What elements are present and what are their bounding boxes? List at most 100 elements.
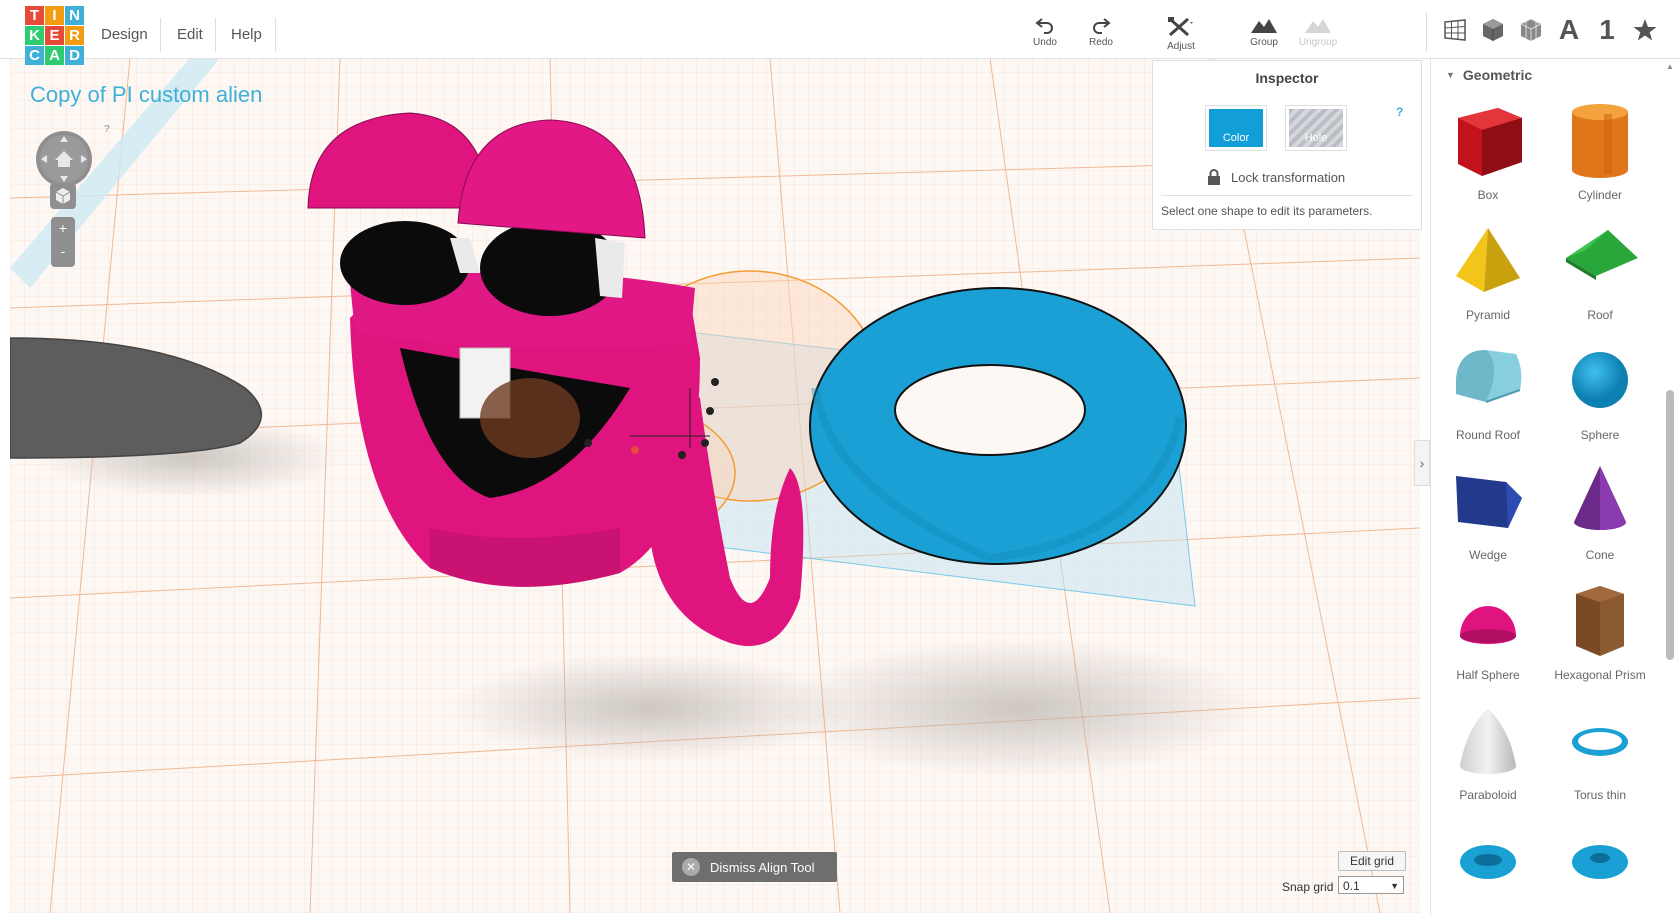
torus-shape-icon [1460, 845, 1516, 879]
group-icon [1251, 19, 1277, 33]
grid-view-button[interactable] [1439, 14, 1471, 46]
scroll-up-arrow-icon[interactable]: ▲ [1666, 62, 1674, 71]
zoom-out-button[interactable]: - [51, 243, 75, 259]
snap-grid-select[interactable]: 0.1 ▼ [1338, 876, 1404, 894]
shape-round-roof[interactable]: Round Roof [1432, 340, 1544, 452]
round-roof-shape-icon [1456, 350, 1522, 403]
logo-letter: I [45, 6, 64, 25]
ungroup-icon [1305, 19, 1331, 33]
shape-torus-thin[interactable]: Torus thin [1544, 700, 1656, 812]
shape-paraboloid[interactable]: Paraboloid [1432, 700, 1544, 812]
shape-sphere[interactable]: Sphere [1544, 340, 1656, 452]
category-header-geometric[interactable]: ▼ Geometric [1446, 67, 1532, 83]
shape-roof[interactable]: Roof [1544, 220, 1656, 332]
ungroup-button[interactable]: Ungroup [1289, 12, 1347, 52]
shape-cone[interactable]: Cone [1544, 460, 1656, 572]
favorites-button[interactable] [1629, 14, 1661, 46]
shape-label: Half Sphere [1456, 668, 1520, 682]
hole-swatch-button[interactable]: Hole [1285, 105, 1347, 151]
logo-letter: R [65, 26, 84, 45]
design-title[interactable]: Copy of PI custom alien [30, 82, 262, 108]
shape-label: Pyramid [1465, 308, 1510, 322]
half-sphere-shape-icon [1460, 606, 1516, 644]
nav-help-link[interactable]: ? [104, 124, 110, 135]
shape-box[interactable]: Box [1432, 100, 1544, 212]
redo-button[interactable]: Redo [1072, 12, 1130, 52]
zoom-control: + - [51, 217, 75, 267]
adjust-label: Adjust [1167, 41, 1195, 52]
tube-shape-icon [1572, 845, 1628, 879]
collapse-inspector-button[interactable]: › [1414, 440, 1430, 486]
pyramid-shape-icon [1456, 228, 1520, 292]
shape-label: Torus thin [1573, 788, 1627, 802]
shape-wedge[interactable]: Wedge [1432, 460, 1544, 572]
shape-label: Sphere [1580, 428, 1620, 442]
shape-pyramid[interactable]: Pyramid [1432, 220, 1544, 332]
menu-divider [160, 18, 161, 52]
close-icon: ✕ [682, 858, 700, 876]
inspector-help-link[interactable]: ? [1396, 105, 1403, 119]
default-view-button[interactable] [50, 183, 76, 209]
group-label: Group [1250, 37, 1278, 48]
shape-label: Round Roof [1455, 428, 1521, 442]
shape-cylinder[interactable]: Cylinder [1544, 100, 1656, 212]
shape-label: Roof [1587, 308, 1613, 322]
group-button[interactable]: Group [1235, 12, 1293, 52]
color-label: Color [1222, 132, 1250, 144]
cylinder-shape-icon [1572, 104, 1628, 178]
cube-view-button[interactable] [1477, 14, 1509, 46]
color-swatch: Color [1209, 109, 1263, 147]
menu-help[interactable]: Help [231, 24, 262, 46]
paraboloid-shape-icon [1460, 708, 1516, 774]
logo-letter: D [65, 46, 84, 65]
hexagonal-prism-shape-icon [1576, 586, 1624, 656]
shape-hexagonal-prism[interactable]: Hexagonal Prism [1544, 580, 1656, 692]
menu-design[interactable]: Design [101, 24, 148, 46]
hole-swatch: Hole [1289, 109, 1343, 147]
chevron-right-icon: › [1419, 455, 1425, 471]
wireframe-view-button[interactable] [1515, 14, 1547, 46]
number-shape-button[interactable]: 1 [1591, 14, 1623, 46]
cube-view-icon [1483, 19, 1503, 41]
top-toolbar: T I N K E R C A D Design Edit Help Undo … [0, 0, 1680, 65]
menu-divider [215, 18, 216, 52]
edit-grid-button[interactable]: Edit grid [1338, 851, 1406, 871]
text-shape-button[interactable]: A [1553, 14, 1585, 46]
snap-grid-value: 0.1 [1343, 879, 1360, 893]
logo-letter: E [45, 26, 64, 45]
adjust-button[interactable]: Adjust [1152, 12, 1210, 52]
shape-torus[interactable] [1432, 820, 1544, 915]
color-swatch-button[interactable]: Color [1205, 105, 1267, 151]
undo-button[interactable]: Undo [1016, 12, 1074, 52]
dropdown-arrow-icon: ▼ [1390, 881, 1399, 891]
toolbar-divider [1426, 12, 1427, 52]
tinkercad-logo[interactable]: T I N K E R C A D [25, 6, 85, 66]
snap-grid-label: Snap grid [1282, 880, 1334, 894]
lock-transformation-toggle[interactable]: Lock transformation [1207, 169, 1345, 185]
shape-half-sphere[interactable]: Half Sphere [1432, 580, 1544, 692]
dismiss-align-tool-button[interactable]: ✕ Dismiss Align Tool [672, 852, 837, 882]
inspector-title: Inspector [1255, 70, 1319, 86]
grid-view-icon [1444, 19, 1466, 41]
undo-icon [1035, 18, 1053, 34]
zoom-in-button[interactable]: + [51, 220, 75, 236]
sphere-shape-icon [1572, 352, 1628, 408]
cone-shape-icon [1574, 466, 1626, 530]
menu-edit[interactable]: Edit [177, 24, 203, 46]
shape-label: Cone [1585, 548, 1615, 562]
logo-letter: K [25, 26, 44, 45]
undo-label: Undo [1033, 37, 1057, 48]
sidebar-scrollbar[interactable] [1666, 390, 1674, 660]
wedge-shape-icon [1456, 476, 1522, 528]
cube-icon [55, 188, 71, 204]
torus-thin-shape-icon [1572, 728, 1628, 756]
logo-letter: N [65, 6, 84, 25]
shape-tube[interactable] [1544, 820, 1656, 915]
shape-label: Paraboloid [1459, 788, 1517, 802]
logo-letter: T [25, 6, 44, 25]
view-navigation-control: + - [35, 130, 93, 267]
star-icon [1633, 19, 1657, 41]
orbit-control-icon[interactable] [35, 130, 93, 188]
lock-label: Lock transformation [1231, 169, 1346, 185]
lock-icon [1208, 169, 1220, 185]
